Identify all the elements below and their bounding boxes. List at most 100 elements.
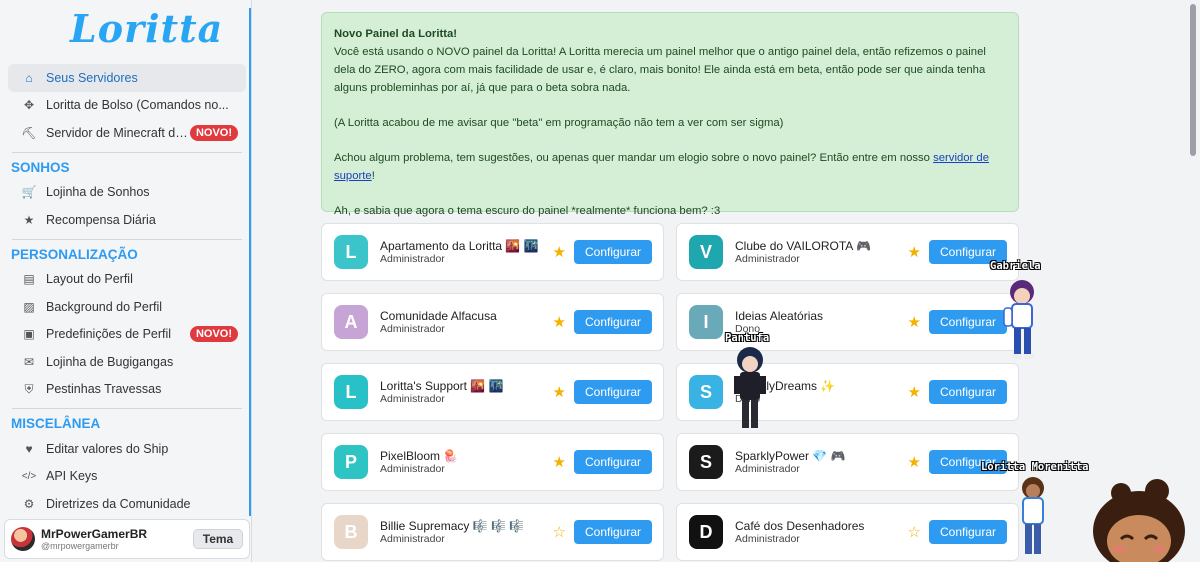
- theme-button[interactable]: Tema: [193, 529, 243, 549]
- configure-button[interactable]: Configurar: [574, 450, 652, 474]
- favorite-star-icon[interactable]: ★: [553, 453, 566, 471]
- sidebar-item-pestinhas-travessas[interactable]: ⛨ Pestinhas Travessas: [8, 376, 246, 404]
- configure-button[interactable]: Configurar: [574, 310, 652, 334]
- sidebar-item-label: Background do Perfil: [46, 299, 163, 314]
- favorite-star-icon[interactable]: ★: [553, 243, 566, 261]
- loritta-logo[interactable]: Loritta: [70, 6, 223, 51]
- server-info: Loritta's Support 🌇 🌃 Administrador: [380, 379, 553, 405]
- server-name: Clube do VAILOROTA 🎮: [735, 239, 871, 253]
- favorite-star-icon[interactable]: ★: [908, 453, 921, 471]
- user-info: MrPowerGamerBR @mrpowergamerbr: [41, 527, 193, 551]
- notice-title: Novo Painel da Loritta!: [334, 28, 458, 40]
- character-name-loritta-morenitta: Loritta Morenitta: [981, 461, 1089, 473]
- server-name: PixelBloom 🪼: [380, 449, 459, 463]
- server-card: B Billie Supremacy 🎼 🎼 🎼 Administrador ☆ Con…: [321, 503, 664, 561]
- server-card: D Café dos Desenhadores Administrador ☆ Conf…: [676, 503, 1019, 561]
- server-info: SparklyPower 💎 🎮 Administrador: [735, 449, 908, 475]
- favorite-star-icon[interactable]: ★: [908, 313, 921, 331]
- notice-paragraph-1: Você está usando o NOVO painel da Loritt…: [334, 46, 986, 94]
- server-role: Administrador: [380, 463, 445, 475]
- unfavorited-star-icon[interactable]: ☆: [553, 523, 566, 541]
- configure-button[interactable]: Configurar: [574, 240, 652, 264]
- server-info: Apartamento da Loritta 🌇 🌃 Administrador: [380, 239, 553, 265]
- server-role: Administrador: [735, 533, 800, 545]
- code-icon: </>: [21, 470, 37, 482]
- mail-icon: ✉: [23, 354, 35, 369]
- sidebar-item-loritta-de-bolso-comandos-no[interactable]: ✥ Loritta de Bolso (Comandos no...: [8, 92, 246, 120]
- sidebar-section-title: SONHOS: [11, 159, 70, 175]
- sidebar-item-api-keys[interactable]: </> API Keys: [8, 463, 246, 491]
- server-info: Billie Supremacy 🎼 🎼 🎼 Administrador: [380, 519, 553, 545]
- sidebar-nav: ⌂ Seus Servidores ✥ Loritta de Bolso (Coman…: [8, 64, 246, 518]
- server-card: SSparklyDreams ✨Dono★Configurar: [676, 363, 1019, 421]
- configure-button[interactable]: Configurar: [574, 380, 652, 404]
- sidebar-item-label: Servidor de Minecraft da...: [46, 125, 190, 140]
- character-name-pantufa: Pantufa: [725, 332, 770, 344]
- favorite-star-icon[interactable]: ★: [553, 383, 566, 401]
- server-info: Clube do VAILOROTA 🎮 Administrador: [735, 239, 908, 265]
- sidebar-item-lojinha-de-bugigangas[interactable]: ✉ Lojinha de Bugigangas: [8, 348, 246, 376]
- server-card: P PixelBloom 🪼 Administrador ★ Configurar: [321, 433, 664, 491]
- avatar[interactable]: [11, 527, 35, 551]
- pantufa-character: [734, 347, 766, 428]
- server-role: Administrador: [380, 393, 445, 405]
- sidebar-item-label: Predefinições de Perfil: [46, 327, 172, 342]
- server-icon: P: [334, 445, 368, 479]
- configure-button[interactable]: Configurar: [929, 310, 1007, 334]
- sidebar-section-title: MISCELÂNEA: [11, 416, 101, 431]
- shield-icon: ⛨: [24, 381, 34, 396]
- server-name: Billie Supremacy 🎼 🎼 🎼: [380, 519, 525, 533]
- favorite-star-icon[interactable]: ★: [908, 383, 921, 401]
- server-card: L Apartamento da Loritta 🌇 🌃 Administrador…: [321, 223, 664, 281]
- server-card: L Loritta's Support 🌇 🌃 Administrador ★ Conf…: [321, 363, 664, 421]
- user-handle: @mrpowergamerbr: [41, 541, 119, 551]
- sidebar-item-layout-do-perfil[interactable]: ▤ Layout do Perfil: [8, 266, 246, 294]
- server-icon: S: [689, 445, 723, 479]
- server-card: S SparklyPower 💎 🎮 Administrador ★ Configura…: [676, 433, 1019, 491]
- sidebar-item-recompensa-diaria[interactable]: ★ Recompensa Diária: [8, 206, 246, 234]
- server-name: Café dos Desenhadores: [735, 519, 865, 533]
- home-icon: ⌂: [25, 70, 33, 85]
- main-scrollbar[interactable]: [1186, 0, 1200, 562]
- server-icon: V: [689, 235, 723, 269]
- sidebar-item-lojinha-de-sonhos[interactable]: 🛒 Lojinha de Sonhos: [8, 179, 246, 207]
- server-card: V Clube do VAILOROTA 🎮 Administrador ★ Confi…: [676, 223, 1019, 281]
- configure-button[interactable]: Configurar: [574, 520, 652, 544]
- sidebar-scrollbar[interactable]: [249, 8, 251, 516]
- server-info: Comunidade Alfacusa Administrador: [380, 309, 553, 335]
- user-name: MrPowerGamerBR: [41, 527, 148, 541]
- sidebar-item-label: Editar valores do Ship: [46, 441, 169, 456]
- server-icon: S: [689, 375, 723, 409]
- server-info: Café dos Desenhadores Administrador: [735, 519, 908, 545]
- configure-button[interactable]: Configurar: [929, 520, 1007, 544]
- sidebar-item-predefinicoes-de-perfil[interactable]: ▣ Predefinições de Perfil NOVO!: [8, 321, 246, 349]
- sidebar-divider: [12, 151, 242, 153]
- configure-button[interactable]: Configurar: [929, 380, 1007, 404]
- user-panel: MrPowerGamerBR @mrpowergamerbr Tema: [4, 519, 250, 559]
- heart-icon: ♥: [25, 441, 33, 456]
- id-card-icon: ▤: [23, 272, 35, 287]
- policy-icon: ⚙: [23, 496, 35, 511]
- sidebar-item-label: Lojinha de Sonhos: [46, 185, 150, 200]
- sidebar-item-editar-valores-do-ship[interactable]: ♥ Editar valores do Ship: [8, 435, 246, 463]
- sidebar-item-background-do-perfil[interactable]: ▨ Background do Perfil: [8, 293, 246, 321]
- beta-notice: Novo Painel da Loritta! Você está usando…: [321, 12, 1019, 217]
- server-role: Administrador: [380, 253, 445, 265]
- sidebar-item-label: Lojinha de Bugigangas: [46, 354, 174, 369]
- server-icon: B: [334, 515, 368, 549]
- favorite-star-icon[interactable]: ★: [908, 243, 921, 261]
- sidebar-item-seus-servidores[interactable]: ⌂ Seus Servidores: [8, 64, 246, 92]
- loritta-face-character: [1093, 479, 1185, 562]
- sidebar-item-servidor-de-minecraft-da[interactable]: ⛏ Servidor de Minecraft da... NOVO!: [8, 119, 246, 147]
- scrollbar-thumb[interactable]: [1190, 4, 1196, 156]
- character-name-gabriela: Gabriela: [990, 260, 1041, 272]
- sidebar: Loritta ⌂ Seus Servidores ✥ Loritta de Bols…: [0, 0, 252, 562]
- notice-paragraph-3: Achou algum problema, tem sugestões, ou …: [334, 152, 989, 182]
- sidebar-item-diretrizes-da-comunidade[interactable]: ⚙ Diretrizes da Comunidade: [8, 490, 246, 518]
- loritta-morenitta-character: [1022, 477, 1044, 554]
- server-name: Loritta's Support 🌇 🌃: [380, 379, 504, 393]
- favorite-star-icon[interactable]: ★: [553, 313, 566, 331]
- server-name: Comunidade Alfacusa: [380, 309, 497, 323]
- server-name: SparklyPower 💎 🎮: [735, 449, 846, 463]
- unfavorited-star-icon[interactable]: ☆: [908, 523, 921, 541]
